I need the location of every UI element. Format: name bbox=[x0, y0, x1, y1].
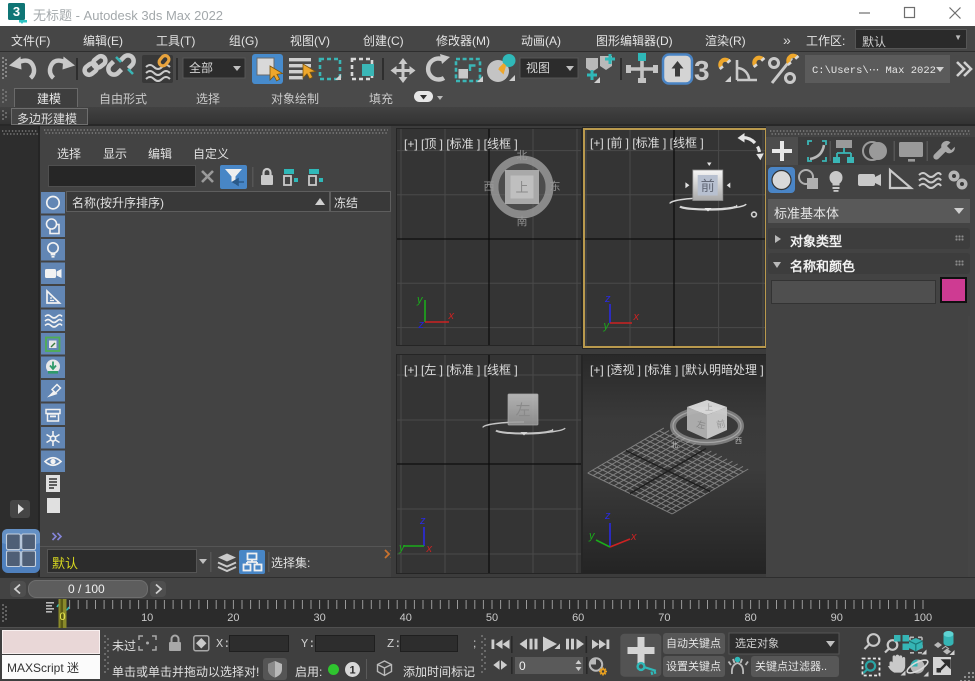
svg-text:左: 左 bbox=[515, 402, 530, 419]
svg-text:上: 上 bbox=[515, 180, 528, 195]
svg-text:x: x bbox=[633, 311, 640, 323]
svg-text:y: y bbox=[398, 542, 406, 554]
svg-text:90: 90 bbox=[831, 612, 843, 624]
svg-text:全部: 全部 bbox=[189, 60, 213, 75]
svg-text:x: x bbox=[448, 310, 455, 322]
svg-text:北: 北 bbox=[517, 149, 528, 162]
svg-text:z: z bbox=[418, 319, 425, 331]
svg-text:80: 80 bbox=[744, 612, 756, 624]
svg-text:北: 北 bbox=[671, 441, 678, 449]
svg-text:y: y bbox=[588, 530, 596, 542]
svg-text:上: 上 bbox=[705, 403, 713, 412]
svg-text:0: 0 bbox=[519, 659, 526, 673]
svg-text:自动关键点: 自动关键点 bbox=[666, 636, 721, 650]
svg-text:西: 西 bbox=[735, 437, 742, 445]
svg-text:视图: 视图 bbox=[526, 60, 550, 75]
svg-text:z: z bbox=[419, 515, 426, 527]
svg-text:西: 西 bbox=[484, 181, 495, 193]
svg-text:30: 30 bbox=[313, 612, 325, 624]
svg-text:y: y bbox=[416, 294, 424, 306]
svg-text:20: 20 bbox=[227, 612, 239, 624]
svg-text:3: 3 bbox=[13, 4, 20, 19]
svg-text:前: 前 bbox=[701, 178, 715, 194]
svg-text:60: 60 bbox=[572, 612, 584, 624]
svg-text:x: x bbox=[630, 531, 637, 543]
svg-text:z: z bbox=[604, 510, 611, 522]
svg-text:C:\Users\⋯ Max 2022: C:\Users\⋯ Max 2022 bbox=[812, 65, 936, 77]
svg-text:选定对象: 选定对象 bbox=[735, 636, 779, 650]
svg-text:设置关键点: 设置关键点 bbox=[666, 659, 721, 673]
svg-text:关键点过滤器..: 关键点过滤器.. bbox=[755, 659, 827, 673]
svg-text:前: 前 bbox=[715, 418, 726, 430]
svg-text:40: 40 bbox=[400, 612, 412, 624]
svg-text:z: z bbox=[604, 293, 611, 305]
svg-text:10: 10 bbox=[141, 612, 153, 624]
svg-text:0: 0 bbox=[59, 611, 65, 623]
svg-text:3: 3 bbox=[694, 55, 710, 86]
svg-text:50: 50 bbox=[486, 612, 498, 624]
svg-text:x: x bbox=[426, 543, 433, 555]
svg-text:东: 东 bbox=[550, 180, 561, 193]
svg-text:70: 70 bbox=[658, 612, 670, 624]
svg-text:1: 1 bbox=[349, 665, 355, 677]
svg-text:南: 南 bbox=[517, 215, 528, 228]
svg-text:100: 100 bbox=[914, 612, 932, 624]
